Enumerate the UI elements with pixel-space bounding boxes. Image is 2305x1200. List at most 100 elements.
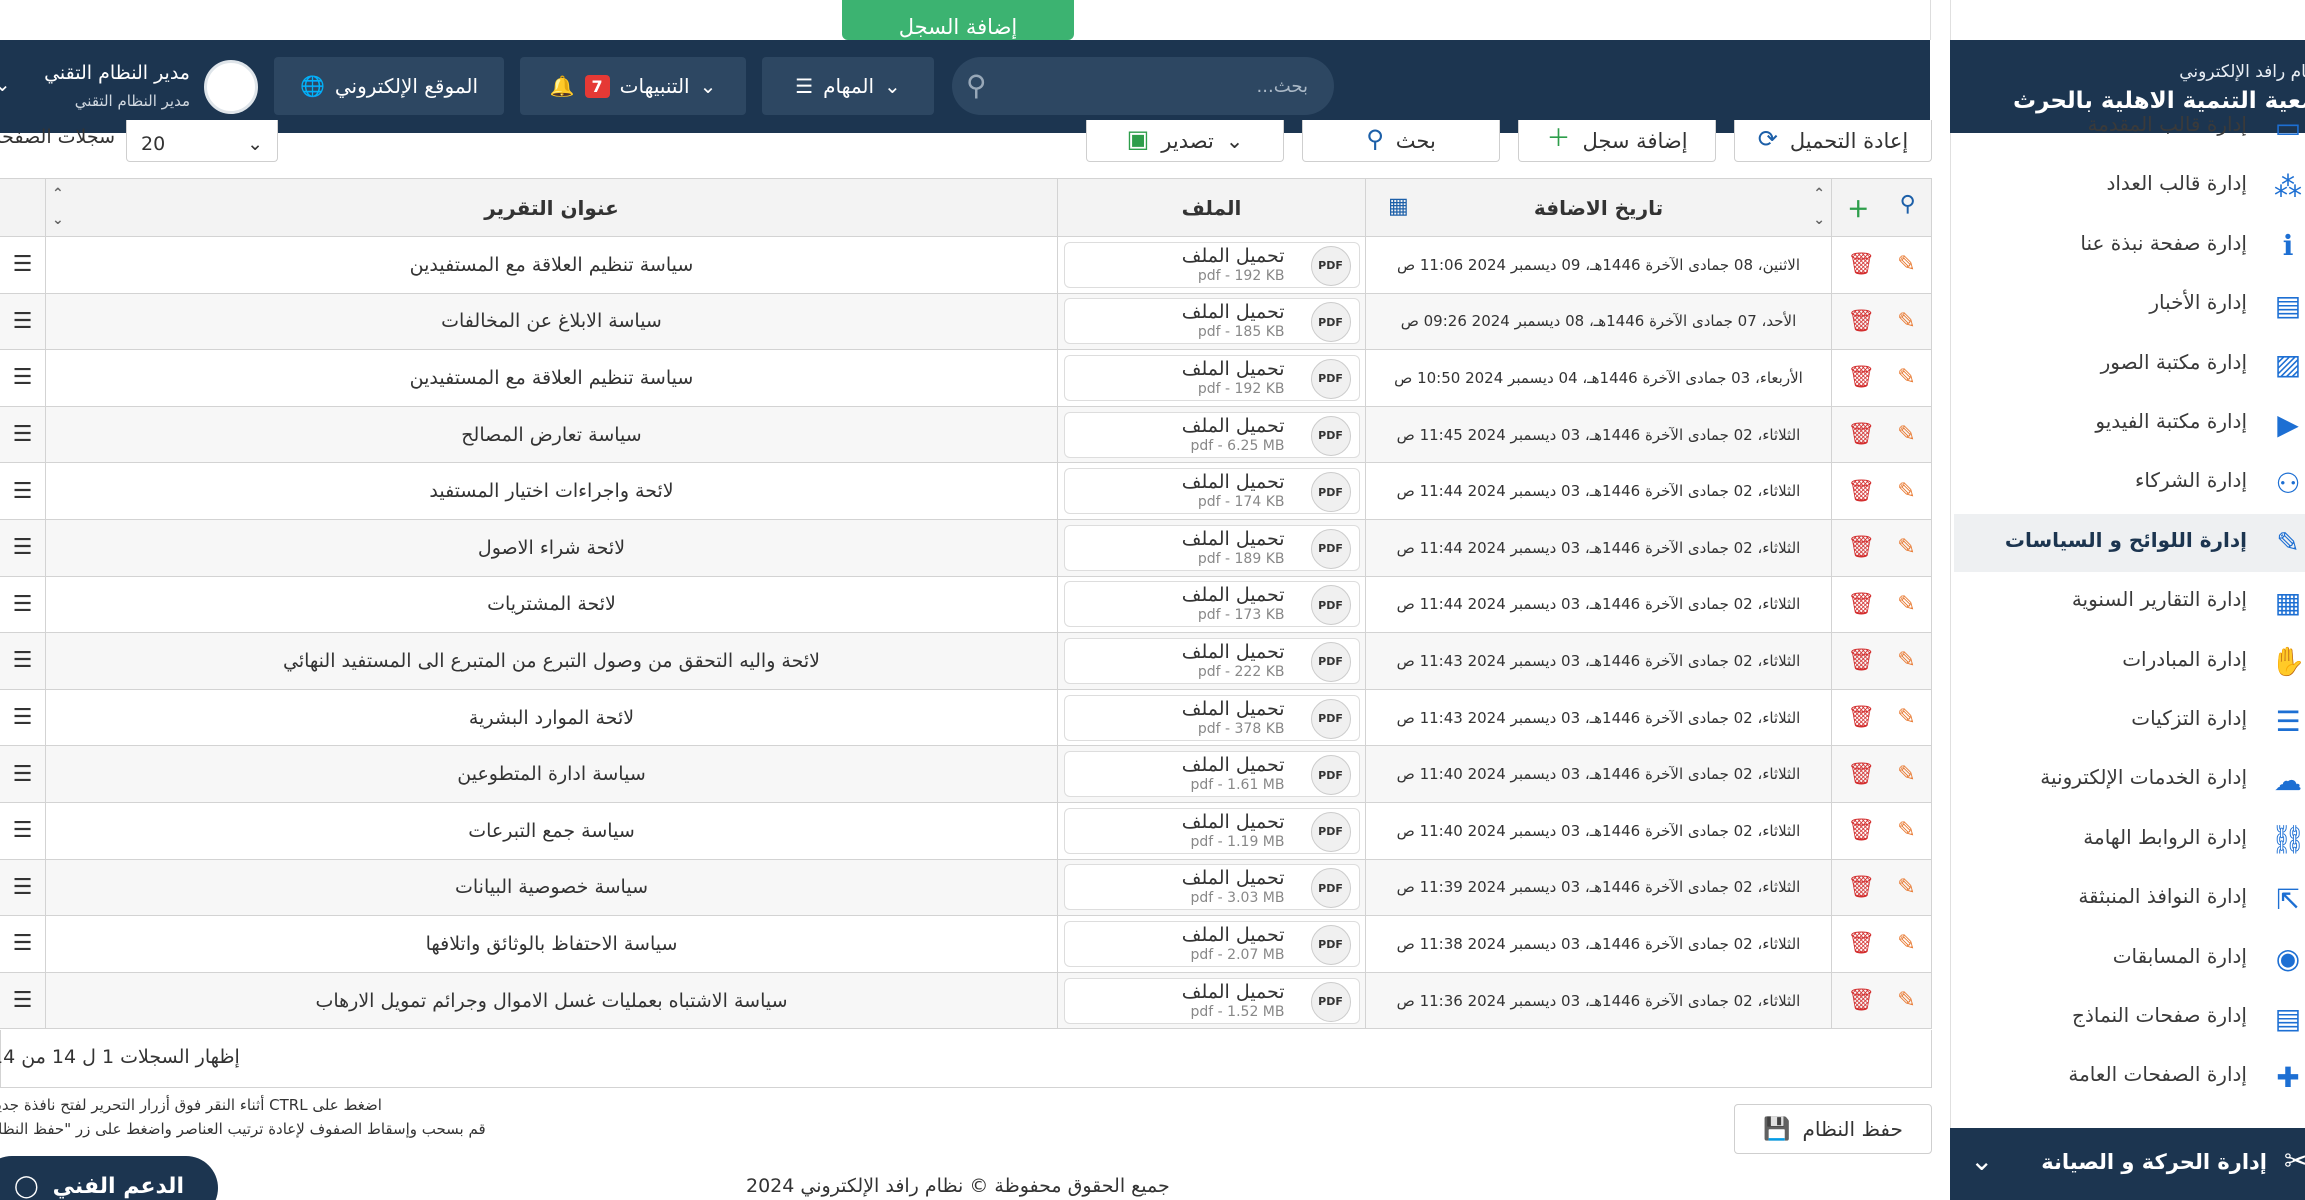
table-row[interactable]: ✎ 🗑 الثلاثاء، 02 جمادى الآخرة 1446هـ، 03… [0,915,1932,973]
sidebar-item-partners[interactable]: ⚇ إدارة الشركاء [1950,454,2305,512]
sidebar-item-image[interactable]: ▨ إدارة مكتبة الصور [1950,336,2305,394]
delete-icon[interactable]: 🗑 [1847,365,1875,390]
table-row[interactable]: ✎ 🗑 الثلاثاء، 02 جمادى الآخرة 1446هـ، 03… [0,688,1932,747]
table-row[interactable]: ✎ 🗑 الثلاثاء، 02 جمادى الآخرة 1446هـ، 03… [0,971,1932,1030]
drag-handle-icon[interactable]: ☰ [0,915,46,973]
table-row[interactable]: ✎ 🗑 الثلاثاء، 02 جمادى الآخرة 1446هـ، 03… [0,575,1932,634]
delete-icon[interactable]: 🗑 [1847,648,1875,673]
download-file-button[interactable]: PDF تحميل الملف pdf - 173 KB [1063,581,1360,628]
sidebar-item-cloud[interactable]: ☁ إدارة الخدمات الإلكترونية [1950,751,2305,809]
table-row[interactable]: ✎ 🗑 الثلاثاء، 02 جمادى الآخرة 1446هـ، 03… [0,745,1932,803]
drag-handle-icon[interactable]: ☰ [0,575,46,634]
drag-handle-icon[interactable]: ☰ [0,236,46,294]
sidebar-item-contest[interactable]: ◉ إدارة المسابقات [1950,930,2305,988]
delete-icon[interactable]: 🗑 [1847,988,1875,1013]
alerts-menu-button[interactable]: ⌄ التنبيهات 7 🔔 [520,57,746,115]
download-file-button[interactable]: PDF تحميل الملف pdf - 222 KB [1063,637,1360,684]
plus-icon[interactable]: ＋ [1847,192,1869,224]
tasks-menu-button[interactable]: ⌄ المهام ☰ [762,57,934,115]
download-file-button[interactable]: PDF تحميل الملف pdf - 1.19 MB [1063,807,1360,854]
drag-handle-icon[interactable]: ☰ [0,518,46,577]
sidebar-item-popup[interactable]: ⇱ إدارة النوافذ المنبثقة [1950,870,2305,928]
drag-handle-icon[interactable]: ☰ [0,462,46,520]
drag-handle-icon[interactable]: ☰ [0,405,46,464]
table-row[interactable]: ✎ 🗑 الاثنين، 08 جمادى الآخرة 1446هـ، 09 … [0,236,1932,294]
table-row[interactable]: ✎ 🗑 الأحد، 07 جمادى الآخرة 1446هـ، 08 دي… [0,292,1932,351]
edit-icon[interactable]: ✎ [1897,875,1915,900]
download-file-button[interactable]: PDF تحميل الملف pdf - 174 KB [1063,468,1360,515]
delete-icon[interactable]: 🗑 [1847,931,1875,956]
drag-handle-icon[interactable]: ☰ [0,292,46,351]
delete-icon[interactable]: 🗑 [1847,592,1875,617]
page-size-select[interactable]: ⌄ 20 [126,120,278,162]
table-row[interactable]: ✎ 🗑 الثلاثاء، 02 جمادى الآخرة 1446هـ، 03… [0,632,1932,690]
reload-button[interactable]: إعادة التحميل ⟳ [1734,120,1932,162]
edit-icon[interactable]: ✎ [1897,365,1915,390]
sort-icon[interactable]: ⌃ ⌄ [1813,181,1825,233]
search-input[interactable] [1008,57,1308,115]
sidebar-item-news[interactable]: ▤ إدارة الأخبار [1950,276,2305,334]
edit-icon[interactable]: ✎ [1897,592,1915,617]
table-row[interactable]: ✎ 🗑 الثلاثاء، 02 جمادى الآخرة 1446هـ، 03… [0,858,1932,917]
edit-icon[interactable]: ✎ [1897,252,1915,277]
download-file-button[interactable]: PDF تحميل الملف pdf - 6.25 MB [1063,411,1360,458]
sidebar-item-forms[interactable]: ▤ إدارة صفحات النماذج [1950,989,2305,1047]
table-row[interactable]: ✎ 🗑 الثلاثاء، 02 جمادى الآخرة 1446هـ، 03… [0,801,1932,860]
table-row[interactable]: ✎ 🗑 الأربعاء، 03 جمادى الآخرة 1446هـ، 04… [0,349,1932,407]
sort-icon[interactable]: ⌃ ⌄ [52,181,64,233]
edit-icon[interactable]: ✎ [1897,648,1915,673]
edit-icon[interactable]: ✎ [1897,422,1915,447]
website-button[interactable]: الموقع الإلكتروني 🌐 [274,57,504,115]
delete-icon[interactable]: 🗑 [1847,875,1875,900]
sidebar-item-policies[interactable]: ✎ إدارة اللوائح و السياسات [1954,513,2305,572]
add-button[interactable]: إضافة سجل ＋ [1518,120,1716,162]
download-file-button[interactable]: PDF تحميل الملف pdf - 192 KB [1063,354,1360,401]
delete-icon[interactable]: 🗑 [1847,818,1875,843]
delete-icon[interactable]: 🗑 [1847,705,1875,730]
download-file-button[interactable]: PDF تحميل الملف pdf - 2.07 MB [1063,920,1360,967]
table-row[interactable]: ✎ 🗑 الثلاثاء، 02 جمادى الآخرة 1446هـ، 03… [0,405,1932,464]
edit-icon[interactable]: ✎ [1897,988,1915,1013]
edit-icon[interactable]: ✎ [1897,705,1915,730]
sidebar-item-link[interactable]: ⛓ إدارة الروابط الهامة [1950,811,2305,869]
download-file-button[interactable]: PDF تحميل الملف pdf - 185 KB [1063,298,1360,345]
edit-icon[interactable]: ✎ [1897,818,1915,843]
edit-icon[interactable]: ✎ [1897,309,1915,334]
download-file-button[interactable]: PDF تحميل الملف pdf - 378 KB [1063,694,1360,741]
sidebar-item-template[interactable]: ▭ إدارة قالب المقدمة [1950,98,2305,156]
drag-handle-icon[interactable]: ☰ [0,349,46,407]
calendar-icon[interactable]: ▦ [1388,194,1409,219]
delete-icon[interactable]: 🗑 [1847,535,1875,560]
add-record-button[interactable]: إضافة السجل [842,0,1074,40]
drag-handle-icon[interactable]: ☰ [0,858,46,917]
download-file-button[interactable]: PDF تحميل الملف pdf - 1.61 MB [1063,751,1360,798]
sidebar-item-reports[interactable]: ▦ إدارة التقارير السنوية [1950,573,2305,631]
sidebar-item-counter[interactable]: ⁂ إدارة قالب العداد [1950,157,2305,215]
delete-icon[interactable]: 🗑 [1847,252,1875,277]
search-icon[interactable]: ⚲ [1900,192,1916,224]
drag-handle-icon[interactable]: ☰ [0,971,46,1030]
sidebar-item-initiatives[interactable]: ✋ إدارة المبادرات [1950,633,2305,691]
export-button[interactable]: ⌄ تصدير ▣ [1086,120,1284,162]
save-order-button[interactable]: حفظ النظام 💾 [1734,1104,1932,1154]
edit-icon[interactable]: ✎ [1897,931,1915,956]
sidebar-item-info[interactable]: ℹ إدارة صفحة نبذة عنا [1950,217,2305,275]
date-header[interactable]: ⌃ ⌄ تاريخ الاضافة ▦ [1365,178,1832,237]
edit-icon[interactable]: ✎ [1897,762,1915,787]
sidebar-item-video[interactable]: ▶ إدارة مكتبة الفيديو [1950,395,2305,453]
drag-handle-icon[interactable]: ☰ [0,801,46,860]
drag-handle-icon[interactable]: ☰ [0,632,46,690]
search-button[interactable]: بحث ⚲ [1302,120,1500,162]
edit-icon[interactable]: ✎ [1897,479,1915,504]
title-header[interactable]: عنوان التقرير ⌃ ⌄ [45,178,1058,237]
sidebar-item-pages[interactable]: ✚ إدارة الصفحات العامة [1950,1048,2305,1106]
delete-icon[interactable]: 🗑 [1847,762,1875,787]
download-file-button[interactable]: PDF تحميل الملف pdf - 1.52 MB [1063,977,1360,1024]
table-row[interactable]: ✎ 🗑 الثلاثاء، 02 جمادى الآخرة 1446هـ، 03… [0,518,1932,577]
edit-icon[interactable]: ✎ [1897,535,1915,560]
delete-icon[interactable]: 🗑 [1847,422,1875,447]
drag-handle-icon[interactable]: ☰ [0,688,46,747]
delete-icon[interactable]: 🗑 [1847,309,1875,334]
support-button[interactable]: الدعم الفني ◯ [0,1156,218,1200]
download-file-button[interactable]: PDF تحميل الملف pdf - 192 KB [1063,241,1360,288]
